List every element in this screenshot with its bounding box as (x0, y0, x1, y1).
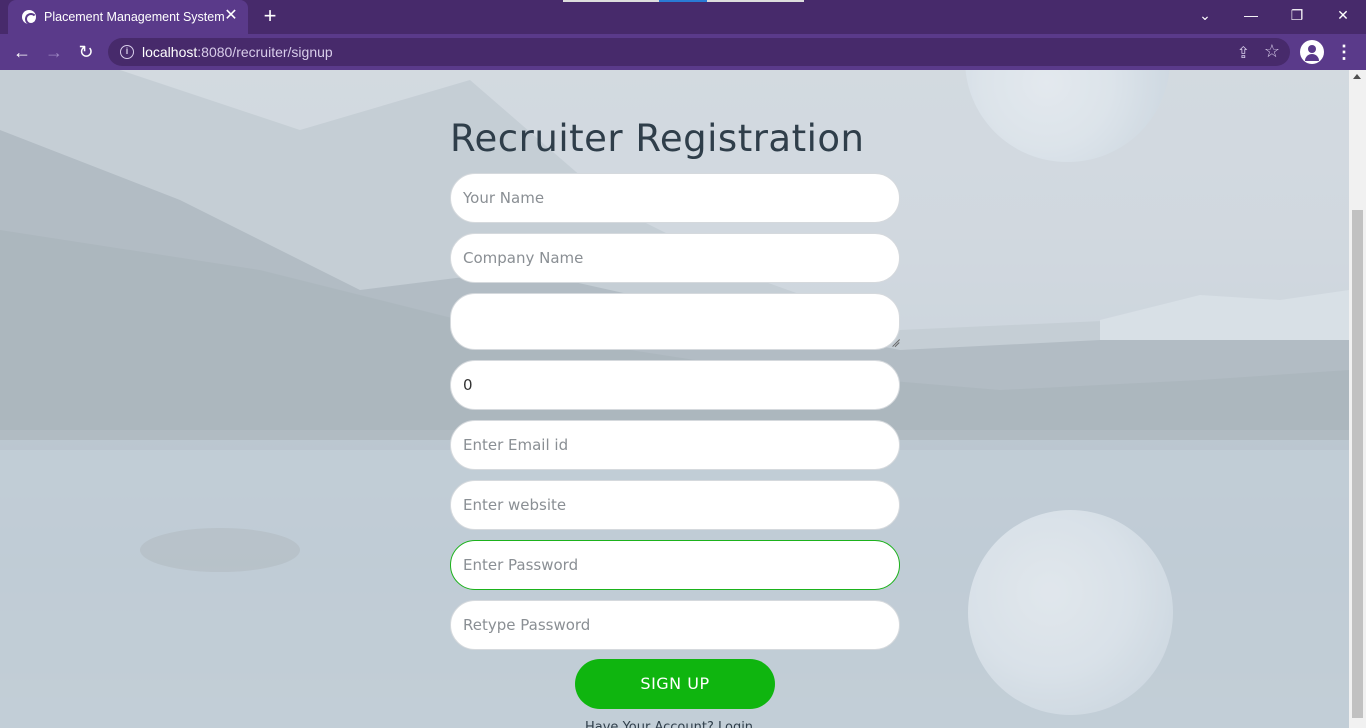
scrollbar-thumb[interactable] (1352, 210, 1363, 718)
tab-close-button[interactable]: ✕ (222, 7, 240, 25)
phone-input[interactable] (450, 360, 900, 410)
share-icon[interactable]: ⇪ (1237, 43, 1250, 63)
url-text: localhost:8080/recruiter/signup (142, 44, 333, 60)
page-scrollbar[interactable] (1349, 70, 1366, 728)
tab-title: Placement Management System (44, 10, 225, 24)
page-title: Recruiter Registration (450, 117, 865, 160)
profile-avatar-icon[interactable] (1300, 40, 1324, 64)
window-drag-indicator-active (659, 0, 707, 2)
browser-menu-icon[interactable]: ⋮ (1334, 40, 1354, 64)
email-input[interactable] (450, 420, 900, 470)
site-info-icon[interactable]: i (120, 45, 134, 59)
globe-icon (22, 10, 37, 25)
browser-tab[interactable]: Placement Management System ✕ (8, 0, 248, 34)
password-input[interactable] (450, 540, 900, 590)
tab-search-button[interactable]: ⌄ (1182, 0, 1228, 32)
window-drag-indicator (563, 0, 659, 2)
close-window-button[interactable]: ✕ (1320, 0, 1366, 32)
address-textarea[interactable] (450, 293, 900, 350)
scroll-up-arrow-icon[interactable] (1353, 74, 1361, 79)
address-bar[interactable]: i localhost:8080/recruiter/signup ⇪ ☆ (108, 38, 1290, 66)
new-tab-button[interactable]: + (258, 5, 282, 29)
retype-password-input[interactable] (450, 600, 900, 650)
back-arrow-icon[interactable]: ← (9, 39, 35, 65)
name-input[interactable] (450, 173, 900, 223)
restore-button[interactable]: ❐ (1274, 0, 1320, 32)
minimize-button[interactable]: — (1228, 0, 1274, 32)
company-name-input[interactable] (450, 233, 900, 283)
website-input[interactable] (450, 480, 900, 530)
signup-button[interactable]: SIGN UP (575, 659, 775, 709)
login-link[interactable]: Have Your Account? Login (585, 720, 753, 728)
textarea-resize-handle[interactable] (889, 339, 897, 347)
forward-arrow-icon[interactable]: → (41, 39, 67, 65)
browser-titlebar: Placement Management System ✕ + ⌄ — ❐ ✕ (0, 0, 1366, 34)
reload-icon[interactable]: ↻ (73, 39, 99, 65)
bookmark-star-icon[interactable]: ☆ (1264, 41, 1280, 62)
window-drag-indicator-end (707, 0, 804, 2)
browser-toolbar: ← → ↻ i localhost:8080/recruiter/signup … (0, 34, 1366, 70)
